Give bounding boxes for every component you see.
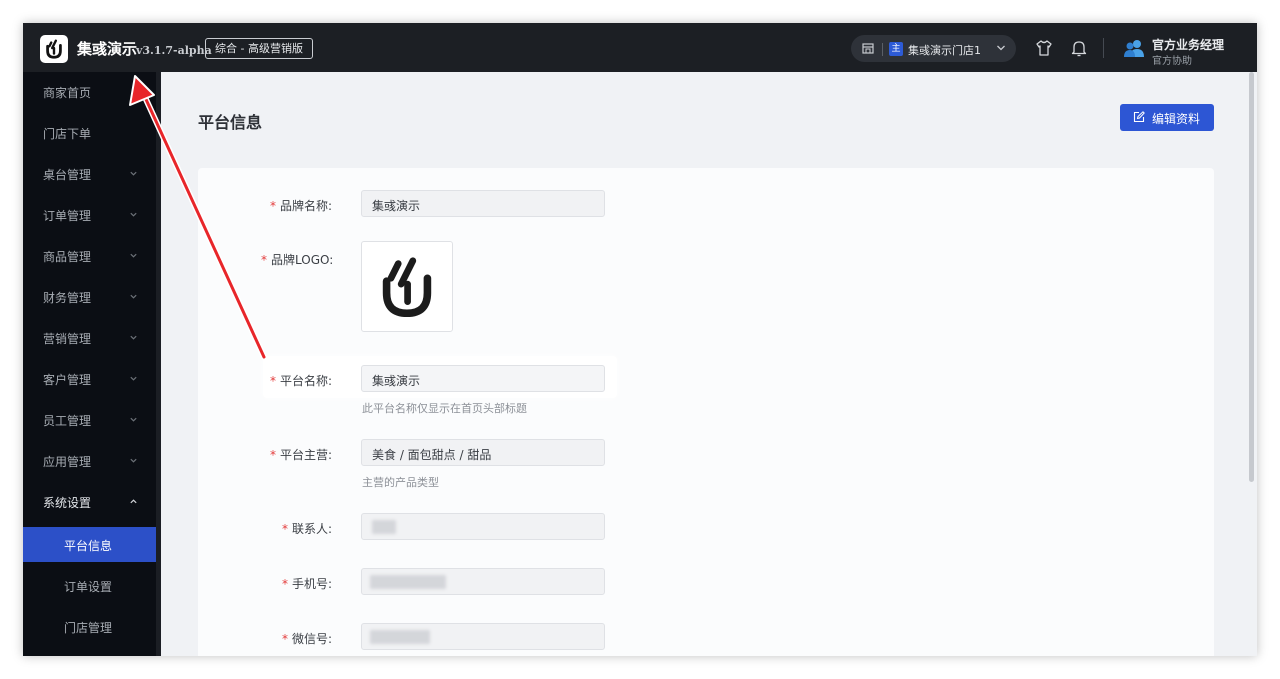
app-window: 集彧演示 v3.1.7-alpha 综合 - 高级营销版 主 集彧演示门店1 官…: [23, 23, 1257, 656]
annotation-arrow: [129, 75, 267, 360]
